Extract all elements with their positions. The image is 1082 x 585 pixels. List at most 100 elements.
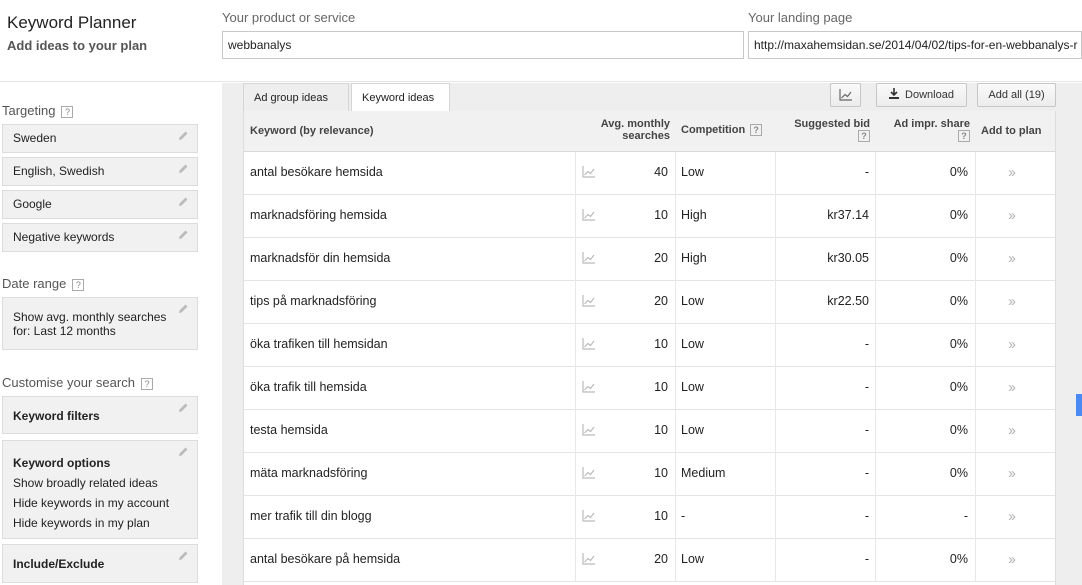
add-to-plan-icon[interactable]: ›› xyxy=(1008,379,1016,396)
targeting-title: Targeting? xyxy=(2,103,74,118)
targeting-item[interactable]: Negative keywords xyxy=(2,223,198,252)
add-to-plan-icon[interactable]: ›› xyxy=(1008,293,1016,310)
suggested-bid-cell: - xyxy=(864,509,869,523)
col-suggested-bid[interactable]: Suggested bid ? xyxy=(774,118,870,143)
customise-title: Customise your search? xyxy=(2,375,153,390)
trend-chart-icon[interactable] xyxy=(582,209,596,221)
trend-chart-icon[interactable] xyxy=(582,252,596,264)
keyword-filters-box[interactable]: Keyword filters xyxy=(2,396,198,434)
add-all-button[interactable]: Add all (19) xyxy=(977,83,1056,107)
avg-searches-cell: 10 xyxy=(654,509,668,523)
add-to-plan-icon[interactable]: ›› xyxy=(1008,508,1016,525)
competition-cell: High xyxy=(681,251,707,265)
help-icon[interactable]: ? xyxy=(72,278,85,291)
col-avg-searches[interactable]: Avg. monthly searches xyxy=(574,118,670,142)
keyword-cell: mer trafik till din blogg xyxy=(250,509,372,523)
pencil-icon[interactable] xyxy=(178,130,189,141)
trend-chart-icon[interactable] xyxy=(582,338,596,350)
keyword-options-box[interactable]: Keyword options Show broadly related ide… xyxy=(2,440,198,539)
trend-chart-icon[interactable] xyxy=(582,510,596,522)
ad-impr-share-cell: 0% xyxy=(949,552,968,566)
ad-impr-share-cell: 0% xyxy=(949,165,968,179)
trend-chart-icon[interactable] xyxy=(582,467,596,479)
pencil-icon[interactable] xyxy=(178,550,189,561)
column-divider xyxy=(575,324,576,367)
add-to-plan-icon[interactable]: ›› xyxy=(1008,250,1016,267)
targeting-item[interactable]: Google xyxy=(2,190,198,219)
download-button[interactable]: Download xyxy=(876,83,967,107)
column-divider xyxy=(575,539,576,582)
help-icon[interactable]: ? xyxy=(61,105,74,118)
keyword-options-title: Keyword options xyxy=(13,456,111,470)
suggested-bid-cell: - xyxy=(864,423,869,437)
keyword-cell: mäta marknadsföring xyxy=(250,466,368,480)
col-competition[interactable]: Competition? xyxy=(681,124,763,137)
add-to-plan-icon[interactable]: ›› xyxy=(1008,207,1016,224)
trend-chart-icon[interactable] xyxy=(582,424,596,436)
column-divider xyxy=(975,496,976,539)
trend-chart-icon[interactable] xyxy=(582,553,596,565)
suggested-bid-cell: - xyxy=(864,380,869,394)
tab-ad-group-ideas[interactable]: Ad group ideas xyxy=(243,83,349,112)
competition-cell: - xyxy=(681,509,686,523)
table-row: öka trafiken till hemsidan 10 Low - 0% ›› xyxy=(244,324,1055,367)
column-divider xyxy=(975,367,976,410)
pencil-icon[interactable] xyxy=(178,402,189,413)
competition-cell: Medium xyxy=(681,466,726,480)
include-exclude-box[interactable]: Include/Exclude xyxy=(2,544,198,583)
pencil-icon[interactable] xyxy=(178,196,189,207)
ad-impr-share-cell: 0% xyxy=(949,294,968,308)
pencil-icon[interactable] xyxy=(178,229,189,240)
competition-cell: Low xyxy=(681,380,704,394)
column-divider xyxy=(675,410,676,453)
competition-cell: Low xyxy=(681,294,704,308)
col-ad-impr-share[interactable]: Ad impr. share ? xyxy=(880,118,970,143)
targeting-item-label: Negative keywords xyxy=(13,230,115,244)
avg-searches-cell: 20 xyxy=(654,294,668,308)
column-divider xyxy=(975,410,976,453)
pencil-icon[interactable] xyxy=(178,446,189,457)
column-divider xyxy=(575,496,576,539)
table-row: öka trafik till hemsida 10 Low - 0% ›› xyxy=(244,367,1055,410)
trend-chart-icon[interactable] xyxy=(582,295,596,307)
help-icon[interactable]: ? xyxy=(140,377,153,390)
ad-impr-share-cell: - xyxy=(963,509,968,523)
trend-chart-icon[interactable] xyxy=(582,166,596,178)
keyword-option-line: Show broadly related ideas xyxy=(13,476,158,490)
help-icon[interactable]: ? xyxy=(750,124,763,137)
avg-searches-cell: 10 xyxy=(654,466,668,480)
add-to-plan-icon[interactable]: ›› xyxy=(1008,465,1016,482)
col-avg-searches-line1: Avg. monthly xyxy=(600,118,670,130)
suggested-bid-cell: kr37.14 xyxy=(827,208,869,222)
column-divider xyxy=(575,281,576,324)
help-icon[interactable]: ? xyxy=(958,130,970,143)
header-bar: Keyword Planner Add ideas to your plan Y… xyxy=(0,0,1082,82)
tab-keyword-ideas[interactable]: Keyword ideas xyxy=(351,83,450,112)
keyword-option-line: Hide keywords in my plan xyxy=(13,516,150,530)
ad-impr-share-cell: 0% xyxy=(949,423,968,437)
pencil-icon[interactable] xyxy=(178,303,189,314)
landing-page-input[interactable]: http://maxahemsidan.se/2014/04/02/tips-f… xyxy=(748,31,1082,59)
col-keyword[interactable]: Keyword (by relevance) xyxy=(250,125,374,137)
add-to-plan-icon[interactable]: ›› xyxy=(1008,164,1016,181)
ad-impr-share-cell: 0% xyxy=(949,380,968,394)
trend-chart-icon[interactable] xyxy=(582,381,596,393)
table-row: mäta marknadsföring 10 Medium - 0% ›› xyxy=(244,453,1055,496)
help-icon[interactable]: ? xyxy=(858,130,870,143)
add-to-plan-icon[interactable]: ›› xyxy=(1008,422,1016,439)
chart-view-button[interactable] xyxy=(830,83,861,107)
date-range-box[interactable]: Show avg. monthly searches for: Last 12 … xyxy=(2,297,198,350)
competition-cell: Low xyxy=(681,337,704,351)
targeting-item[interactable]: English, Swedish xyxy=(2,157,198,186)
add-to-plan-icon[interactable]: ›› xyxy=(1008,551,1016,568)
competition-cell: Low xyxy=(681,423,704,437)
targeting-item[interactable]: Sweden xyxy=(2,124,198,153)
product-input[interactable]: webbanalys xyxy=(222,31,744,59)
scrollbar-thumb[interactable] xyxy=(1076,394,1082,416)
targeting-item-label: Sweden xyxy=(13,131,57,145)
pencil-icon[interactable] xyxy=(178,163,189,174)
keyword-cell: marknadsföring hemsida xyxy=(250,208,387,222)
avg-searches-cell: 10 xyxy=(654,380,668,394)
add-to-plan-icon[interactable]: ›› xyxy=(1008,336,1016,353)
competition-cell: Low xyxy=(681,165,704,179)
